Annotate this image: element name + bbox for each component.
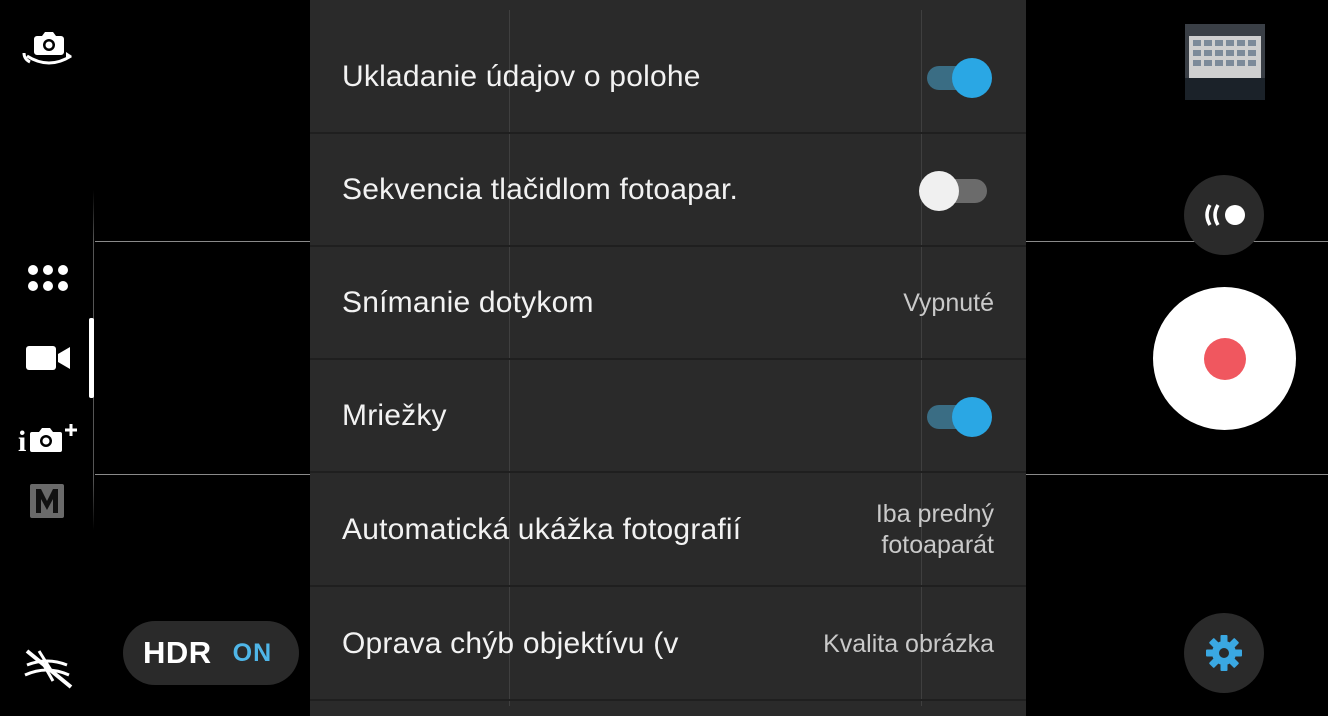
flash-button[interactable] — [20, 644, 76, 692]
setting-value: Iba predný fotoaparát — [876, 499, 994, 561]
flash-off-icon — [24, 649, 73, 689]
grid-line — [95, 474, 310, 475]
video-mode-button[interactable] — [22, 338, 74, 378]
grid-line — [95, 241, 310, 242]
setting-value-line: fotoaparát — [881, 531, 994, 559]
timer-wave-icon — [1205, 204, 1245, 226]
video-camera-icon — [26, 346, 70, 370]
hdr-state: ON — [232, 638, 273, 667]
setting-label: Mriežky — [342, 399, 447, 432]
setting-row-grid[interactable]: Mriežky — [310, 361, 1026, 473]
camera-viewfinder: i HDR ON Ukladanie údajov o polohe Sekve… — [0, 0, 1328, 716]
setting-row-burst[interactable]: Sekvencia tlačidlom fotoapar. — [310, 135, 1026, 247]
intelligent-auto-mode-button[interactable]: i — [16, 418, 82, 458]
gear-icon — [1206, 635, 1242, 671]
burst-toggle[interactable] — [919, 170, 994, 211]
setting-label: Snímanie dotykom — [342, 286, 594, 319]
setting-label: Oprava chýb objektívu (v — [342, 627, 679, 660]
setting-row-touch-capture[interactable]: Snímanie dotykom Vypnuté — [310, 248, 1026, 360]
gallery-thumbnail[interactable] — [1185, 24, 1265, 100]
toggle-thumb — [952, 58, 992, 98]
grid-line — [1026, 241, 1328, 242]
m-icon — [30, 484, 64, 518]
svg-text:i: i — [18, 425, 26, 458]
setting-row-lens-correction[interactable]: Oprava chýb objektívu (v Kvalita obrázka — [310, 589, 1026, 701]
gallery-thumbnail-image — [1185, 24, 1265, 100]
setting-value: Vypnuté — [903, 288, 994, 317]
setting-value: Kvalita obrázka — [823, 629, 994, 658]
toggle-thumb — [919, 171, 959, 211]
i-camera-plus-icon: i — [18, 424, 77, 458]
setting-row-location[interactable]: Ukladanie údajov o polohe — [310, 22, 1026, 134]
hdr-toggle-button[interactable]: HDR ON — [123, 621, 299, 685]
mode-selected-indicator — [89, 318, 94, 398]
record-button[interactable] — [1153, 287, 1296, 430]
timer-button[interactable] — [1184, 175, 1264, 255]
settings-button[interactable] — [1184, 613, 1264, 693]
record-icon — [1203, 337, 1246, 380]
camera-switch-button[interactable] — [18, 24, 78, 72]
setting-label: Sekvencia tlačidlom fotoapar. — [342, 173, 739, 206]
setting-label: Ukladanie údajov o polohe — [342, 60, 701, 93]
camera-switch-icon — [22, 32, 72, 65]
setting-value-line: Iba predný — [875, 500, 994, 528]
settings-panel: Ukladanie údajov o polohe Sekvencia tlač… — [310, 0, 1026, 716]
setting-label: Automatická ukážka fotografií — [342, 513, 742, 546]
manual-mode-button[interactable] — [28, 482, 66, 520]
more-modes-button[interactable] — [22, 258, 74, 298]
grid-line — [1026, 474, 1328, 475]
hdr-label: HDR — [143, 635, 212, 670]
grid-dots-icon — [28, 265, 68, 291]
location-toggle[interactable] — [924, 57, 994, 98]
setting-row-auto-review[interactable]: Automatická ukážka fotografií Iba predný… — [310, 475, 1026, 587]
grid-toggle[interactable] — [924, 396, 994, 437]
toggle-thumb — [952, 397, 992, 437]
